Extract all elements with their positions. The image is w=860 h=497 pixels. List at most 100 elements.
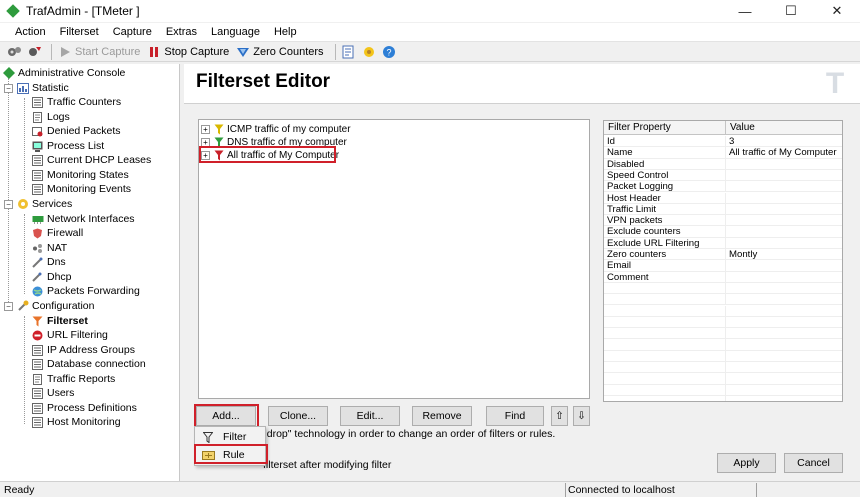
tree-item-monitoring-states[interactable]: Monitoring States [31, 168, 129, 182]
property-value[interactable] [726, 317, 842, 327]
menu-extras[interactable]: Extras [159, 26, 204, 38]
find-button[interactable]: Find [486, 406, 544, 426]
property-row[interactable]: Comment [604, 271, 842, 283]
edit-button[interactable]: Edit... [340, 406, 400, 426]
property-row[interactable] [604, 328, 842, 340]
menu-language[interactable]: Language [204, 26, 267, 38]
column-header-value[interactable]: Value [726, 121, 842, 135]
cancel-button[interactable]: Cancel [784, 453, 843, 473]
menu-capture[interactable]: Capture [106, 26, 159, 38]
services-collapse-toggle[interactable]: − [4, 200, 13, 209]
menu-action[interactable]: Action [8, 26, 53, 38]
property-value[interactable] [726, 362, 842, 372]
clone-button[interactable]: Clone... [268, 406, 328, 426]
tree-item-database-connection[interactable]: Database connection [31, 357, 146, 371]
settings-gears-icon[interactable] [6, 44, 22, 60]
filter-tree-list[interactable]: + ICMP traffic of my computer + DNS traf… [198, 119, 590, 399]
property-value[interactable] [726, 306, 842, 316]
tree-group-configuration[interactable]: Configuration [16, 299, 94, 313]
tree-item-current-dhcp-leases[interactable]: Current DHCP Leases [31, 153, 151, 167]
property-value[interactable] [726, 272, 842, 282]
property-row[interactable] [604, 305, 842, 317]
property-value[interactable] [726, 396, 842, 401]
property-value[interactable] [726, 351, 842, 361]
remove-button[interactable]: Remove [412, 406, 472, 426]
menu-help[interactable]: Help [267, 26, 304, 38]
tree-item-users[interactable]: Users [31, 386, 74, 400]
property-value[interactable] [726, 260, 842, 270]
tree-item-ip-address-groups[interactable]: IP Address Groups [31, 343, 135, 357]
property-value[interactable] [726, 193, 842, 203]
property-row[interactable]: Disabled [604, 158, 842, 170]
property-value[interactable] [726, 204, 842, 214]
report-icon[interactable] [341, 44, 357, 60]
tree-item-nat[interactable]: NAT [31, 241, 67, 255]
zero-counters-button[interactable]: Zero Counters [235, 44, 324, 60]
tree-item-filterset[interactable]: Filterset [31, 314, 88, 328]
tree-item-traffic-reports[interactable]: Traffic Reports [31, 372, 115, 386]
statistic-collapse-toggle[interactable]: − [4, 84, 13, 93]
property-row[interactable]: Name All traffic of My Computer [604, 147, 842, 159]
property-value[interactable]: All traffic of My Computer [726, 147, 842, 157]
property-row[interactable] [604, 350, 842, 362]
property-value[interactable] [726, 215, 842, 225]
property-value[interactable]: 3 [726, 136, 842, 146]
recompile-checkbox-label[interactable]: filterset after modifying filter [263, 459, 391, 471]
tree-item-logs[interactable]: Logs [31, 110, 70, 124]
start-capture-button[interactable]: Start Capture [57, 44, 140, 60]
property-row[interactable]: Speed Control [604, 169, 842, 182]
property-row[interactable] [604, 294, 842, 306]
property-row[interactable]: Host Header [604, 192, 842, 204]
tree-item-traffic-counters[interactable]: Traffic Counters [31, 95, 121, 109]
property-row[interactable] [604, 316, 842, 329]
tree-item-network-interfaces[interactable]: Network Interfaces [31, 212, 135, 226]
stop-capture-button[interactable]: Stop Capture [146, 44, 229, 60]
menu-filterset[interactable]: Filterset [53, 26, 106, 38]
tree-item-dns[interactable]: Dns [31, 255, 66, 269]
property-row[interactable] [604, 282, 842, 295]
maximize-button[interactable]: ☐ [768, 0, 814, 22]
help-icon[interactable]: ? [381, 44, 397, 60]
property-row[interactable] [604, 339, 842, 351]
property-row[interactable]: Email [604, 260, 842, 272]
tree-item-denied-packets[interactable]: Denied Packets [31, 124, 121, 138]
tree-item-process-list[interactable]: Process List [31, 139, 104, 153]
property-row[interactable] [604, 384, 842, 396]
menu-item-filter[interactable]: Filter [197, 429, 263, 445]
property-value[interactable] [726, 294, 842, 304]
move-up-button[interactable]: ⇧ [551, 406, 568, 426]
property-value[interactable] [726, 170, 842, 180]
column-header-property[interactable]: Filter Property [604, 121, 726, 135]
minimize-button[interactable]: — [722, 0, 768, 22]
tree-item-packets-forwarding[interactable]: Packets Forwarding [31, 284, 140, 298]
property-value[interactable] [726, 373, 842, 383]
tree-item-firewall[interactable]: Firewall [31, 226, 83, 240]
property-value[interactable] [726, 238, 842, 248]
property-row[interactable]: Traffic Limit [604, 203, 842, 216]
property-row[interactable]: Packet Logging [604, 181, 842, 193]
property-row[interactable] [604, 373, 842, 385]
property-value[interactable] [726, 181, 842, 191]
property-row[interactable]: Id 3 [604, 136, 842, 148]
tree-group-services[interactable]: Services [16, 197, 72, 211]
expand-toggle[interactable]: + [201, 125, 210, 134]
property-value[interactable] [726, 328, 842, 338]
property-row[interactable] [604, 362, 842, 374]
tree-group-statistic[interactable]: Statistic [16, 81, 69, 95]
tree-item-monitoring-events[interactable]: Monitoring Events [31, 182, 131, 196]
tree-item-host-monitoring[interactable]: Host Monitoring [31, 415, 121, 429]
property-row[interactable]: VPN packets [604, 215, 842, 227]
tree-root-administrative-console[interactable]: Administrative Console [2, 66, 125, 80]
move-down-button[interactable]: ⇩ [573, 406, 590, 426]
filter-property-grid[interactable]: Filter Property Value Id 3 Name All traffic… [603, 120, 843, 402]
apply-button[interactable]: Apply [717, 453, 776, 473]
property-value[interactable]: Montly [726, 249, 842, 259]
users-icon[interactable] [361, 44, 377, 60]
close-button[interactable]: ✕ [814, 0, 860, 22]
property-value[interactable] [726, 385, 842, 395]
property-value[interactable] [726, 339, 842, 349]
tree-item-dhcp[interactable]: Dhcp [31, 270, 72, 284]
tree-item-url-filtering[interactable]: URL Filtering [31, 328, 108, 342]
filter-item-icmp[interactable]: + ICMP traffic of my computer [201, 123, 351, 136]
tree-item-process-definitions[interactable]: Process Definitions [31, 401, 137, 415]
